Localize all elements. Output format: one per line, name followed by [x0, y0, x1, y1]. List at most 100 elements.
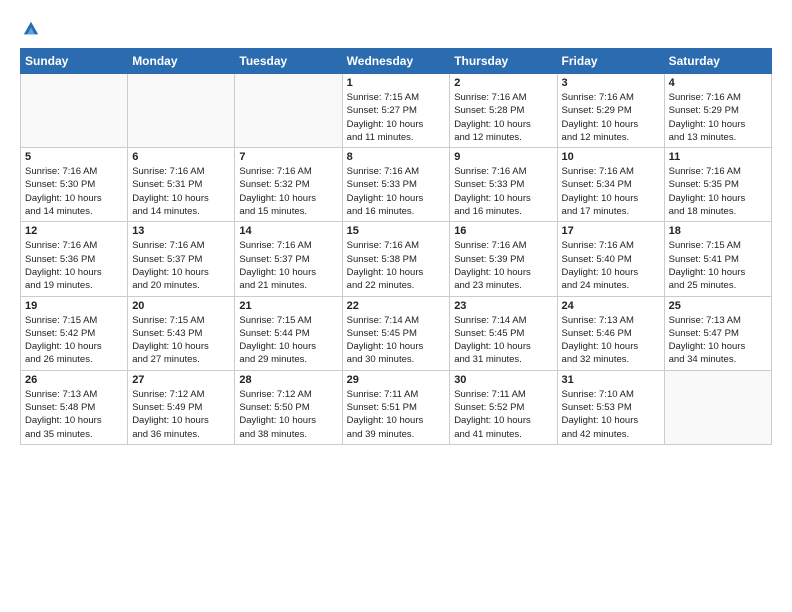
calendar-cell: 11 Sunrise: 7:16 AM Sunset: 5:35 PM Dayli…: [664, 148, 771, 222]
day-number: 10: [562, 151, 660, 163]
day-content: Sunrise: 7:12 AM Sunset: 5:50 PM Dayligh…: [239, 388, 337, 441]
calendar-cell: 21 Sunrise: 7:15 AM Sunset: 5:44 PM Dayli…: [235, 296, 342, 370]
day-content: Sunrise: 7:15 AM Sunset: 5:42 PM Dayligh…: [25, 314, 123, 367]
day-number: 31: [562, 374, 660, 386]
calendar-cell: 19Sunrise: 7:15 AM Sunset: 5:42 PM Dayli…: [21, 296, 128, 370]
day-content: Sunrise: 7:15 AM Sunset: 5:27 PM Dayligh…: [347, 91, 446, 144]
day-number: 28: [239, 374, 337, 386]
calendar-header-thursday: Thursday: [450, 49, 557, 74]
calendar-week-4: 19Sunrise: 7:15 AM Sunset: 5:42 PM Dayli…: [21, 296, 772, 370]
calendar-week-5: 26Sunrise: 7:13 AM Sunset: 5:48 PM Dayli…: [21, 370, 772, 444]
day-number: 8: [347, 151, 446, 163]
calendar-cell: 25 Sunrise: 7:13 AM Sunset: 5:47 PM Dayli…: [664, 296, 771, 370]
calendar-cell: 26Sunrise: 7:13 AM Sunset: 5:48 PM Dayli…: [21, 370, 128, 444]
day-content: Sunrise: 7:11 AM Sunset: 5:52 PM Dayligh…: [454, 388, 552, 441]
day-number: 21: [239, 300, 337, 312]
day-number: 9: [454, 151, 552, 163]
logo-icon: [22, 20, 40, 38]
calendar-cell: 29 Sunrise: 7:11 AM Sunset: 5:51 PM Dayli…: [342, 370, 450, 444]
day-content: Sunrise: 7:15 AM Sunset: 5:41 PM Dayligh…: [669, 239, 767, 292]
calendar-cell: 24 Sunrise: 7:13 AM Sunset: 5:46 PM Dayli…: [557, 296, 664, 370]
calendar-cell: 20 Sunrise: 7:15 AM Sunset: 5:43 PM Dayli…: [128, 296, 235, 370]
day-number: 13: [132, 225, 230, 237]
day-content: Sunrise: 7:16 AM Sunset: 5:30 PM Dayligh…: [25, 165, 123, 218]
day-content: Sunrise: 7:14 AM Sunset: 5:45 PM Dayligh…: [347, 314, 446, 367]
day-number: 14: [239, 225, 337, 237]
calendar-cell: [664, 370, 771, 444]
day-number: 6: [132, 151, 230, 163]
day-content: Sunrise: 7:10 AM Sunset: 5:53 PM Dayligh…: [562, 388, 660, 441]
day-number: 24: [562, 300, 660, 312]
day-number: 7: [239, 151, 337, 163]
calendar-week-2: 5 Sunrise: 7:16 AM Sunset: 5:30 PM Daylig…: [21, 148, 772, 222]
calendar-cell: [235, 74, 342, 148]
calendar-header-saturday: Saturday: [664, 49, 771, 74]
day-content: Sunrise: 7:16 AM Sunset: 5:35 PM Dayligh…: [669, 165, 767, 218]
day-content: Sunrise: 7:14 AM Sunset: 5:45 PM Dayligh…: [454, 314, 552, 367]
day-number: 22: [347, 300, 446, 312]
day-number: 11: [669, 151, 767, 163]
calendar-cell: 5 Sunrise: 7:16 AM Sunset: 5:30 PM Daylig…: [21, 148, 128, 222]
day-number: 1: [347, 77, 446, 89]
day-content: Sunrise: 7:13 AM Sunset: 5:48 PM Dayligh…: [25, 388, 123, 441]
day-content: Sunrise: 7:16 AM Sunset: 5:28 PM Dayligh…: [454, 91, 552, 144]
calendar-cell: 22 Sunrise: 7:14 AM Sunset: 5:45 PM Dayli…: [342, 296, 450, 370]
calendar-cell: 3 Sunrise: 7:16 AM Sunset: 5:29 PM Daylig…: [557, 74, 664, 148]
calendar-cell: 18 Sunrise: 7:15 AM Sunset: 5:41 PM Dayli…: [664, 222, 771, 296]
calendar-cell: 13Sunrise: 7:16 AM Sunset: 5:37 PM Dayli…: [128, 222, 235, 296]
day-number: 15: [347, 225, 446, 237]
calendar-cell: 28 Sunrise: 7:12 AM Sunset: 5:50 PM Dayli…: [235, 370, 342, 444]
calendar-cell: 17 Sunrise: 7:16 AM Sunset: 5:40 PM Dayli…: [557, 222, 664, 296]
calendar-cell: 12Sunrise: 7:16 AM Sunset: 5:36 PM Dayli…: [21, 222, 128, 296]
day-number: 20: [132, 300, 230, 312]
calendar-cell: 9 Sunrise: 7:16 AM Sunset: 5:33 PM Daylig…: [450, 148, 557, 222]
page: SundayMondayTuesdayWednesdayThursdayFrid…: [0, 0, 792, 455]
calendar-cell: [128, 74, 235, 148]
calendar-week-1: 1 Sunrise: 7:15 AM Sunset: 5:27 PM Daylig…: [21, 74, 772, 148]
header: [20, 18, 772, 38]
day-content: Sunrise: 7:13 AM Sunset: 5:47 PM Dayligh…: [669, 314, 767, 367]
calendar-cell: 14 Sunrise: 7:16 AM Sunset: 5:37 PM Dayli…: [235, 222, 342, 296]
calendar-week-3: 12Sunrise: 7:16 AM Sunset: 5:36 PM Dayli…: [21, 222, 772, 296]
logo: [20, 18, 40, 38]
day-content: Sunrise: 7:16 AM Sunset: 5:29 PM Dayligh…: [562, 91, 660, 144]
day-content: Sunrise: 7:16 AM Sunset: 5:33 PM Dayligh…: [454, 165, 552, 218]
calendar-header-monday: Monday: [128, 49, 235, 74]
calendar-header-tuesday: Tuesday: [235, 49, 342, 74]
day-number: 30: [454, 374, 552, 386]
day-content: Sunrise: 7:16 AM Sunset: 5:32 PM Dayligh…: [239, 165, 337, 218]
day-number: 4: [669, 77, 767, 89]
calendar-header-wednesday: Wednesday: [342, 49, 450, 74]
day-number: 5: [25, 151, 123, 163]
day-content: Sunrise: 7:13 AM Sunset: 5:46 PM Dayligh…: [562, 314, 660, 367]
day-content: Sunrise: 7:16 AM Sunset: 5:37 PM Dayligh…: [239, 239, 337, 292]
day-content: Sunrise: 7:16 AM Sunset: 5:39 PM Dayligh…: [454, 239, 552, 292]
calendar-cell: 8 Sunrise: 7:16 AM Sunset: 5:33 PM Daylig…: [342, 148, 450, 222]
calendar-cell: 10Sunrise: 7:16 AM Sunset: 5:34 PM Dayli…: [557, 148, 664, 222]
day-content: Sunrise: 7:16 AM Sunset: 5:40 PM Dayligh…: [562, 239, 660, 292]
day-content: Sunrise: 7:16 AM Sunset: 5:31 PM Dayligh…: [132, 165, 230, 218]
calendar-cell: [21, 74, 128, 148]
calendar-cell: 7 Sunrise: 7:16 AM Sunset: 5:32 PM Daylig…: [235, 148, 342, 222]
day-number: 3: [562, 77, 660, 89]
calendar-header-friday: Friday: [557, 49, 664, 74]
calendar-table: SundayMondayTuesdayWednesdayThursdayFrid…: [20, 48, 772, 445]
calendar-cell: 2Sunrise: 7:16 AM Sunset: 5:28 PM Daylig…: [450, 74, 557, 148]
day-number: 25: [669, 300, 767, 312]
day-number: 18: [669, 225, 767, 237]
day-number: 17: [562, 225, 660, 237]
day-content: Sunrise: 7:15 AM Sunset: 5:44 PM Dayligh…: [239, 314, 337, 367]
day-content: Sunrise: 7:16 AM Sunset: 5:36 PM Dayligh…: [25, 239, 123, 292]
calendar-cell: 31 Sunrise: 7:10 AM Sunset: 5:53 PM Dayli…: [557, 370, 664, 444]
day-content: Sunrise: 7:11 AM Sunset: 5:51 PM Dayligh…: [347, 388, 446, 441]
day-number: 29: [347, 374, 446, 386]
calendar-header-row: SundayMondayTuesdayWednesdayThursdayFrid…: [21, 49, 772, 74]
day-content: Sunrise: 7:16 AM Sunset: 5:38 PM Dayligh…: [347, 239, 446, 292]
day-number: 16: [454, 225, 552, 237]
day-content: Sunrise: 7:15 AM Sunset: 5:43 PM Dayligh…: [132, 314, 230, 367]
calendar-cell: 1 Sunrise: 7:15 AM Sunset: 5:27 PM Daylig…: [342, 74, 450, 148]
calendar-cell: 15 Sunrise: 7:16 AM Sunset: 5:38 PM Dayli…: [342, 222, 450, 296]
calendar-cell: 27Sunrise: 7:12 AM Sunset: 5:49 PM Dayli…: [128, 370, 235, 444]
calendar-cell: 30 Sunrise: 7:11 AM Sunset: 5:52 PM Dayli…: [450, 370, 557, 444]
day-content: Sunrise: 7:16 AM Sunset: 5:33 PM Dayligh…: [347, 165, 446, 218]
